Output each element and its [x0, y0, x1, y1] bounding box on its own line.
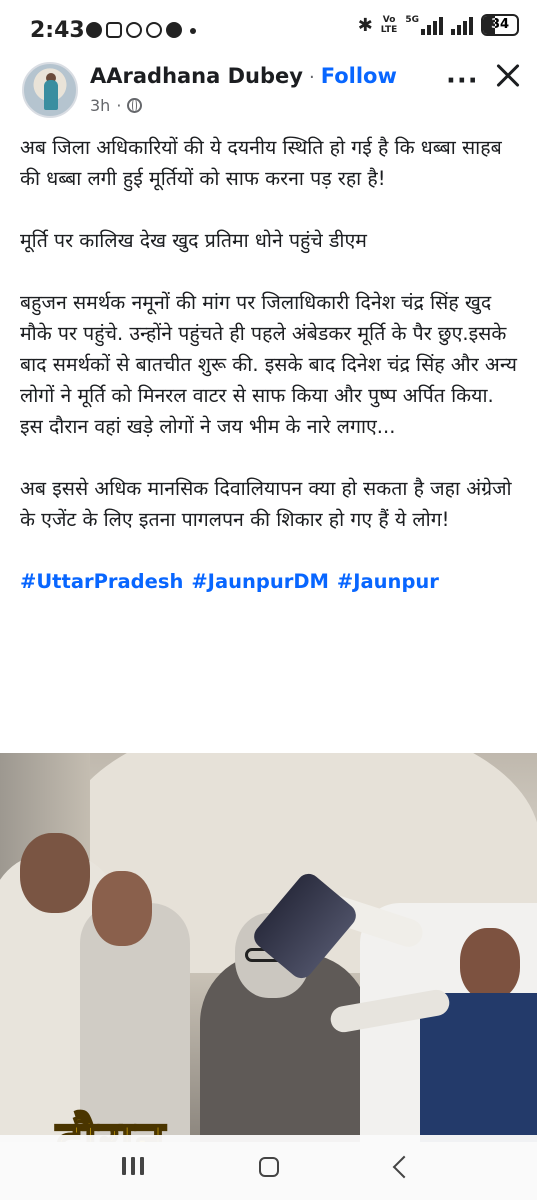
- system-indicators: ✱ Vo LTE 5G 34: [358, 14, 519, 36]
- post-header: AAradhana Dubey · Follow: [90, 64, 397, 88]
- facebook-icon: [86, 22, 102, 38]
- close-icon[interactable]: [490, 58, 526, 94]
- hashtags: #UttarPradesh #JaunpurDM #Jaunpur: [20, 566, 520, 597]
- messenger-icon: [126, 22, 142, 38]
- recent-apps-icon[interactable]: [122, 1157, 149, 1179]
- author-name[interactable]: AAradhana Dubey: [90, 64, 303, 88]
- hashtag-link[interactable]: #UttarPradesh: [20, 566, 183, 597]
- name-separator: ·: [308, 67, 315, 88]
- notification-icons: [86, 22, 196, 38]
- battery-icon: 34: [481, 14, 519, 36]
- post-text: अब जिला अधिकारियों की ये दयनीय स्थिति हो…: [20, 132, 520, 597]
- post-paragraph: मूर्ति पर कालिख देख खुद प्रतिमा धोने पहु…: [20, 229, 367, 252]
- hashtag-link[interactable]: #JaunpurDM: [191, 566, 329, 597]
- home-icon[interactable]: [259, 1157, 279, 1177]
- signal-icon: [421, 15, 443, 35]
- author-avatar[interactable]: [22, 62, 78, 118]
- post-paragraph: अब इससे अधिक मानसिक दिवालियापन क्या हो स…: [20, 477, 512, 531]
- battery-level: 34: [490, 17, 510, 32]
- facebook-icon: [166, 22, 182, 38]
- avatar-figure: [44, 80, 58, 110]
- post-photo[interactable]: दौरान: [0, 753, 537, 1142]
- status-bar: 2:43 ✱ Vo LTE 5G 34: [0, 0, 537, 62]
- post-meta: 3h ·: [90, 96, 143, 115]
- hashtag-link[interactable]: #Jaunpur: [337, 566, 439, 597]
- globe-icon: [127, 98, 143, 113]
- more-icon[interactable]: ···: [446, 66, 479, 96]
- back-icon[interactable]: [392, 1155, 416, 1179]
- status-time: 2:43: [30, 18, 85, 43]
- photo-person-head: [92, 871, 152, 946]
- post-paragraph: अब जिला अधिकारियों की ये दयनीय स्थिति हो…: [20, 136, 502, 190]
- whatsapp-icon: [146, 22, 162, 38]
- post-timestamp[interactable]: 3h: [90, 96, 110, 115]
- photo-person-head: [20, 833, 90, 913]
- post-paragraph: बहुजन समर्थक नमूनों की मांग पर जिलाधिकार…: [20, 291, 517, 438]
- photo-person-head: [460, 928, 520, 1000]
- signal-icon-sim2: [451, 15, 473, 35]
- bluetooth-icon: ✱: [357, 14, 373, 36]
- network-type: 5G: [405, 15, 419, 25]
- more-notifications-dot: [190, 28, 196, 34]
- follow-button[interactable]: Follow: [321, 64, 397, 88]
- system-nav-bar: [0, 1135, 537, 1200]
- instagram-icon: [106, 22, 122, 38]
- volte-indicator: Vo LTE: [380, 15, 398, 35]
- meta-separator: ·: [116, 96, 122, 115]
